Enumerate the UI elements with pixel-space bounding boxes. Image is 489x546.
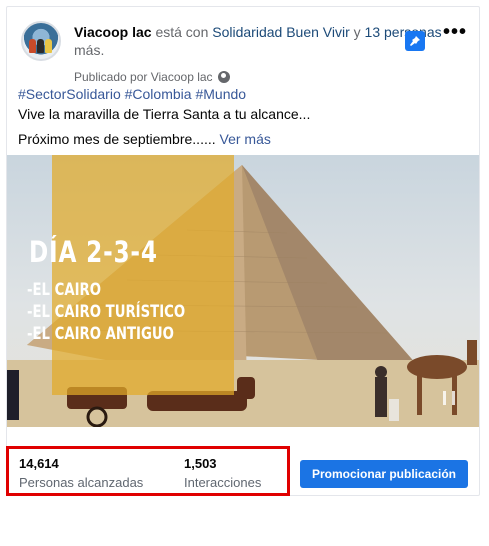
interactions-label: Interacciones xyxy=(184,475,262,490)
destination-item: -EL CAIRO ANTIGUO xyxy=(27,324,174,344)
and-text: y xyxy=(349,24,365,40)
hashtag-line: #SectorSolidario #Colombia #Mundo xyxy=(18,84,476,104)
hashtag-link[interactable]: #SectorSolidario xyxy=(18,86,121,102)
post-text: #SectorSolidario #Colombia #Mundo Vive l… xyxy=(18,84,476,149)
publish-info: Publicado por Viacoop lac xyxy=(74,70,230,84)
hashtag-link[interactable]: #Colombia xyxy=(125,86,192,102)
post-card: Viacoop lac está con Solidaridad Buen Vi… xyxy=(6,6,480,496)
post-header: Viacoop lac está con Solidaridad Buen Vi… xyxy=(17,17,471,84)
destination-item: -EL CAIRO xyxy=(27,280,102,300)
pin-icon[interactable] xyxy=(405,31,425,51)
stats-highlight: 14,614 Personas alcanzadas 1,503 Interac… xyxy=(6,446,290,496)
post-line-2: Próximo mes de septiembre...... Ver más xyxy=(18,129,476,149)
reach-value: 14,614 xyxy=(19,456,59,471)
post-video[interactable]: DÍA 2-3-4 -EL CAIRO -EL CAIRO TURÍSTICO … xyxy=(7,155,479,427)
page-name-link[interactable]: Viacoop lac xyxy=(74,24,152,40)
video-title: DÍA 2-3-4 xyxy=(29,235,158,269)
reach-label: Personas alcanzadas xyxy=(19,475,144,490)
interactions-value: 1,503 xyxy=(184,456,217,471)
video-destinations: -EL CAIRO -EL CAIRO TURÍSTICO -EL CAIRO … xyxy=(27,279,230,345)
more-text: más. xyxy=(74,42,105,58)
promote-button[interactable]: Promocionar publicación xyxy=(300,460,468,488)
others-link[interactable]: 13 personas xyxy=(365,24,442,40)
post-headline: Viacoop lac está con Solidaridad Buen Vi… xyxy=(74,23,446,59)
tagged-page-link[interactable]: Solidaridad Buen Vivir xyxy=(212,24,350,40)
title-overlay xyxy=(52,155,234,395)
see-more-link[interactable]: Ver más xyxy=(220,131,271,147)
pause-icon[interactable] xyxy=(443,391,455,405)
more-options-icon[interactable]: ••• xyxy=(443,22,467,42)
connector-text: está con xyxy=(151,24,213,40)
post-line-1: Vive la maravilla de Tierra Santa a tu a… xyxy=(18,106,311,122)
post-line-2-text: Próximo mes de septiembre...... xyxy=(18,131,220,147)
page-avatar[interactable] xyxy=(21,21,61,61)
reach-stat[interactable]: 14,614 Personas alcanzadas xyxy=(19,456,143,490)
interactions-stat[interactable]: 1,503 Interacciones xyxy=(184,456,261,490)
globe-icon xyxy=(217,71,230,83)
hashtag-link[interactable]: #Mundo xyxy=(195,86,246,102)
published-by: Publicado por Viacoop lac xyxy=(74,70,213,84)
destination-item: -EL CAIRO TURÍSTICO xyxy=(27,302,186,322)
